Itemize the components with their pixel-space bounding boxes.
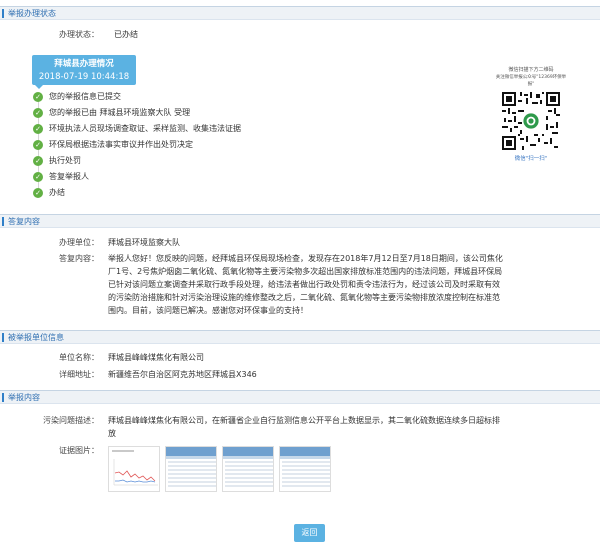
- timeline-step-label: 答复举报人: [49, 172, 89, 181]
- status-label: 办理状态：: [59, 30, 99, 39]
- check-icon: ✓: [33, 108, 43, 118]
- unit-name-label: 单位名称：: [59, 353, 99, 362]
- timeline-step-label: 执行处罚: [49, 156, 81, 165]
- handling-unit-label: 办理单位：: [59, 238, 99, 247]
- evidence-table-thumbnail: [280, 447, 330, 491]
- address-value: 新疆维吾尔自治区阿克苏地区拜城县X346: [108, 370, 257, 379]
- qr-caption-follow: 关注微信举报公众号"12369环保举报": [495, 75, 567, 87]
- evidence-table-thumbnail: [223, 447, 273, 491]
- reply-content-line: 围内。目前，该问题已解决。感谢您对环保事业的支持！: [108, 306, 308, 315]
- section-title: 被举报单位信息: [8, 333, 64, 342]
- reply-content-line: 厂1号、2号焦炉烟囱二氧化硫、氮氧化物等主要污染物多次超出国家排放标准范围内的违…: [108, 267, 503, 276]
- reply-content-line: 的污染防治措施和针对污染治理设施的维修整改之后，二氧化硫、氮氧化物等主要污染物排…: [108, 293, 500, 302]
- address-label: 详细地址：: [59, 370, 99, 379]
- issue-description: 拜城县峰峰煤焦化有限公司，在新疆省企业自行监测信息公开平台上数据显示，其二氧化硫…: [108, 415, 578, 441]
- reply-content: 举报人您好！您反映的问题，经拜城县环保局现场检查，发现存在2018年7月12日至…: [108, 253, 578, 318]
- section-marker: [2, 333, 4, 342]
- qr-code-panel: 微信扫描下方二维码 关注微信举报公众号"12369环保举报" 微信"扫一扫": [495, 67, 567, 177]
- back-button[interactable]: 返回: [294, 524, 325, 542]
- issue-description-label: 污染问题描述：: [43, 416, 99, 425]
- timeline-step-label: 您的举报信息已提交: [49, 92, 121, 101]
- status-box-title: 拜城县办理情况: [54, 59, 114, 69]
- status-value: 已办结: [114, 30, 138, 39]
- check-icon: ✓: [33, 156, 43, 166]
- check-icon: ✓: [33, 172, 43, 182]
- qr-caption-wechat: 微信"扫一扫": [514, 156, 548, 162]
- evidence-image[interactable]: [108, 446, 160, 492]
- check-icon: ✓: [33, 124, 43, 134]
- check-icon: ✓: [33, 92, 43, 102]
- evidence-label: 证据图片：: [59, 446, 99, 455]
- handling-unit-value: 拜城县环境监察大队: [108, 238, 180, 247]
- qr-code-image: [502, 92, 560, 150]
- section-title: 答复内容: [8, 217, 40, 226]
- section-title: 举报内容: [8, 393, 40, 402]
- status-box-pointer: [35, 85, 43, 89]
- evidence-table-thumbnail: [166, 447, 216, 491]
- qr-caption-scan: 微信扫描下方二维码: [508, 67, 554, 73]
- check-icon: ✓: [33, 188, 43, 198]
- unit-name-value: 拜城县峰峰煤焦化有限公司: [108, 353, 204, 362]
- section-header-reply: 答复内容: [0, 214, 600, 228]
- section-header-report: 举报内容: [0, 390, 600, 404]
- status-box-time: 2018-07-19 10:44:18: [38, 72, 130, 82]
- reply-content-line: 已针对该问题立案调查并采取行政手段处理，给违法者做出行政处罚和责令违法行为，经过…: [108, 280, 500, 289]
- section-marker: [2, 393, 4, 402]
- evidence-chart-thumbnail: [109, 447, 159, 491]
- evidence-image[interactable]: [279, 446, 331, 492]
- evidence-image[interactable]: [165, 446, 217, 492]
- timeline-step-label: 您的举报已由 拜城县环境监察大队 受理: [49, 108, 191, 117]
- evidence-image[interactable]: [222, 446, 274, 492]
- section-header-reported-unit: 被举报单位信息: [0, 330, 600, 344]
- timeline-step-label: 环保局根据违法事实审议并作出处罚决定: [49, 140, 193, 149]
- timeline-step-label: 办结: [49, 188, 65, 197]
- issue-description-line: 放: [108, 429, 116, 438]
- section-title: 举报办理状态: [8, 9, 56, 18]
- check-icon: ✓: [33, 140, 43, 150]
- section-marker: [2, 9, 4, 18]
- reply-content-label: 答复内容：: [59, 254, 99, 263]
- section-header-status: 举报办理状态: [0, 6, 600, 20]
- section-marker: [2, 217, 4, 226]
- issue-description-line: 拜城县峰峰煤焦化有限公司，在新疆省企业自行监测信息公开平台上数据显示，其二氧化硫…: [108, 416, 500, 425]
- timeline-step-label: 环境执法人员现场调查取证、采样监测、收集违法证据: [49, 124, 241, 133]
- reply-content-line: 举报人您好！您反映的问题，经拜城县环保局现场检查，发现存在2018年7月12日至…: [108, 254, 503, 263]
- status-box: 拜城县办理情况 2018-07-19 10:44:18: [32, 55, 136, 85]
